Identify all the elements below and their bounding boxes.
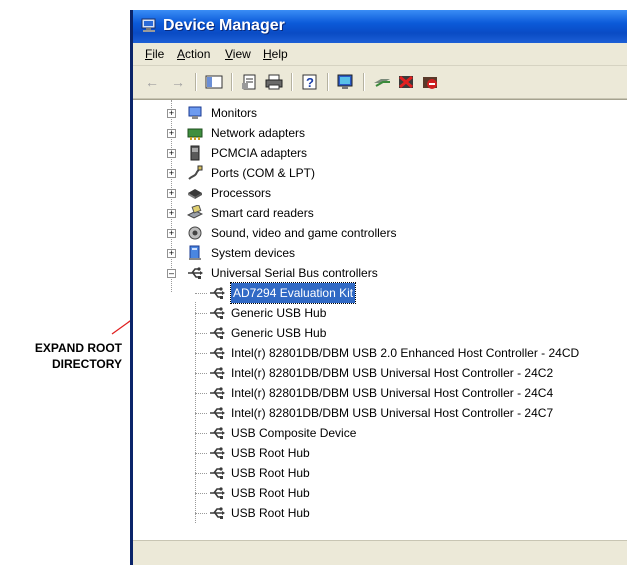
usb-device-intel-24c7[interactable]: Intel(r) 82801DB/DBM USB Universal Host … xyxy=(133,403,623,423)
system-device-icon xyxy=(189,245,201,260)
usb-device-icon xyxy=(210,327,225,339)
annotation-label: EXPAND ROOT DIRECTORY xyxy=(0,340,122,372)
window-title: Device Manager xyxy=(163,17,285,34)
menu-file[interactable]: File xyxy=(145,47,164,61)
usb-device-icon xyxy=(210,287,225,299)
status-bar xyxy=(133,540,627,565)
properties-icon[interactable] xyxy=(241,74,259,90)
tree-node-smart-card-readers[interactable]: + Smart card readers xyxy=(133,203,533,223)
collapse-button[interactable]: – xyxy=(167,269,176,278)
menu-help[interactable]: Help xyxy=(263,47,288,61)
usb-device-intel-24cd[interactable]: Intel(r) 82801DB/DBM USB 2.0 Enhanced Ho… xyxy=(133,343,623,363)
device-label: Intel(r) 82801DB/DBM USB Universal Host … xyxy=(231,406,554,420)
forward-icon[interactable]: → xyxy=(169,74,187,90)
tree-node-label: Processors xyxy=(211,186,272,200)
annotation-line-2: DIRECTORY xyxy=(51,357,122,371)
uninstall-icon[interactable] xyxy=(397,74,415,90)
tree-node-label: Network adapters xyxy=(211,126,306,140)
usb-device-root-hub-1[interactable]: USB Root Hub xyxy=(133,443,623,463)
expand-button[interactable]: + xyxy=(167,229,176,238)
device-tree: + Monitors + Network adapters + PCMCIA a… xyxy=(133,99,627,540)
disable-icon[interactable] xyxy=(421,74,439,90)
expand-button[interactable]: + xyxy=(167,169,176,178)
expand-button[interactable]: + xyxy=(167,129,176,138)
expand-button[interactable]: + xyxy=(167,249,176,258)
usb-device-composite[interactable]: USB Composite Device xyxy=(133,423,623,443)
usb-device-ad7294[interactable]: AD7294 Evaluation Kit xyxy=(133,282,623,304)
device-label: USB Root Hub xyxy=(231,466,310,480)
tree-node-sound-video-game[interactable]: + Sound, video and game controllers xyxy=(133,223,533,243)
tree-node-system-devices[interactable]: + System devices xyxy=(133,243,533,263)
device-label: USB Root Hub xyxy=(231,446,310,460)
tree-node-label: Monitors xyxy=(211,106,258,120)
usb-device-icon xyxy=(210,467,225,479)
tree-node-label: System devices xyxy=(211,246,296,260)
tree-node-processors[interactable]: + Processors xyxy=(133,183,533,203)
print-icon[interactable] xyxy=(265,74,283,90)
show-hide-console-tree-icon[interactable] xyxy=(205,74,223,90)
device-manager-icon xyxy=(141,18,156,32)
device-label: USB Composite Device xyxy=(231,426,357,440)
usb-icon xyxy=(188,267,203,279)
tree-node-ports[interactable]: + Ports (COM & LPT) xyxy=(133,163,533,183)
device-label: USB Root Hub xyxy=(231,486,310,500)
menu-bar: File Action View Help xyxy=(133,43,627,66)
monitor-icon xyxy=(188,106,202,119)
usb-device-icon xyxy=(210,367,225,379)
back-icon[interactable]: ← xyxy=(143,74,161,90)
usb-device-root-hub-2[interactable]: USB Root Hub xyxy=(133,463,623,483)
annotation-line-1: EXPAND ROOT xyxy=(34,341,122,355)
speaker-icon xyxy=(188,226,202,240)
usb-device-icon xyxy=(210,487,225,499)
usb-device-icon xyxy=(210,507,225,519)
device-label: Intel(r) 82801DB/DBM USB Universal Host … xyxy=(231,386,554,400)
tree-node-label: Smart card readers xyxy=(211,206,314,220)
title-bar[interactable]: Device Manager xyxy=(133,10,627,43)
usb-device-intel-24c4[interactable]: Intel(r) 82801DB/DBM USB Universal Host … xyxy=(133,383,623,403)
device-label: Intel(r) 82801DB/DBM USB Universal Host … xyxy=(231,366,554,380)
pcmcia-icon xyxy=(190,145,200,161)
toolbar: ← → ? xyxy=(133,66,627,99)
smart-card-reader-icon xyxy=(187,205,203,219)
tree-node-network-adapters[interactable]: + Network adapters xyxy=(133,123,533,143)
usb-device-intel-24c2[interactable]: Intel(r) 82801DB/DBM USB Universal Host … xyxy=(133,363,623,383)
expand-button[interactable]: + xyxy=(167,109,176,118)
device-label: AD7294 Evaluation Kit xyxy=(229,282,357,304)
expand-button[interactable]: + xyxy=(167,209,176,218)
tree-node-label: PCMCIA adapters xyxy=(211,146,308,160)
processor-icon xyxy=(188,189,202,199)
usb-device-root-hub-3[interactable]: USB Root Hub xyxy=(133,483,623,503)
port-cable-icon xyxy=(188,165,203,180)
expand-button[interactable]: + xyxy=(167,149,176,158)
usb-device-icon xyxy=(210,307,225,319)
expand-button[interactable]: + xyxy=(167,189,176,198)
device-manager-window: Device Manager File Action View Help ← →… xyxy=(130,10,627,565)
device-label: Generic USB Hub xyxy=(231,306,327,320)
tree-node-monitors[interactable]: + Monitors xyxy=(133,103,533,123)
device-label: Intel(r) 82801DB/DBM USB 2.0 Enhanced Ho… xyxy=(231,346,580,360)
usb-device-generic-hub-1[interactable]: Generic USB Hub xyxy=(133,303,623,323)
menu-action[interactable]: Action xyxy=(177,47,210,61)
menu-view[interactable]: View xyxy=(225,47,251,61)
usb-device-icon xyxy=(210,387,225,399)
scan-hardware-icon[interactable] xyxy=(337,74,355,90)
tree-node-usb-controllers[interactable]: – Universal Serial Bus controllers xyxy=(133,263,533,283)
usb-device-icon xyxy=(210,347,225,359)
tree-node-label: Ports (COM & LPT) xyxy=(211,166,316,180)
update-driver-icon[interactable] xyxy=(373,74,391,90)
usb-device-icon xyxy=(210,427,225,439)
usb-device-icon xyxy=(210,447,225,459)
network-adapter-icon xyxy=(187,128,203,140)
tree-node-pcmcia-adapters[interactable]: + PCMCIA adapters xyxy=(133,143,533,163)
help-icon[interactable]: ? xyxy=(301,74,319,90)
tree-node-label: Universal Serial Bus controllers xyxy=(211,266,378,280)
usb-device-generic-hub-2[interactable]: Generic USB Hub xyxy=(133,323,623,343)
device-label: USB Root Hub xyxy=(231,506,310,520)
usb-device-icon xyxy=(210,407,225,419)
usb-device-root-hub-4[interactable]: USB Root Hub xyxy=(133,503,623,523)
svg-text:?: ? xyxy=(306,75,314,90)
tree-node-label: Sound, video and game controllers xyxy=(211,226,397,240)
device-label: Generic USB Hub xyxy=(231,326,327,340)
